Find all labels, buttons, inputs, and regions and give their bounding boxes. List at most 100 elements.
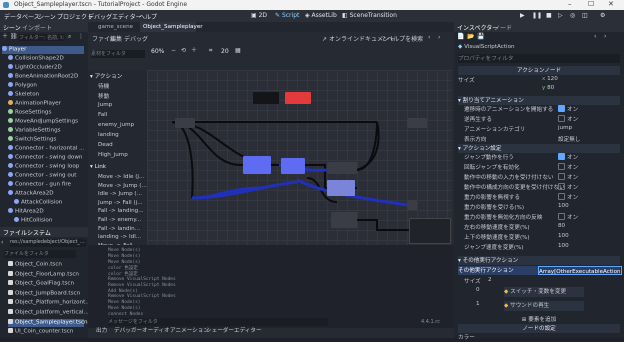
file-item[interactable]: Object_JumpBoard.tscn bbox=[8, 289, 84, 298]
file-item[interactable]: Object_FloorLamp.tscn bbox=[8, 270, 84, 279]
file-item[interactable]: Object_Platform_horizont... bbox=[8, 299, 91, 307]
stop-icon[interactable]: ■ bbox=[546, 12, 552, 20]
movie-icon[interactable]: ◫ bbox=[582, 12, 588, 20]
renderer-icon[interactable]: ⚙ bbox=[600, 12, 605, 20]
tab-shader-editor[interactable]: シェーダーエディター bbox=[206, 326, 262, 334]
section-animation[interactable]: ▾ 割り当てアニメーション bbox=[458, 96, 620, 105]
inspector-row-value[interactable]: オン bbox=[558, 183, 578, 191]
tab-debugger[interactable]: デバッガー bbox=[114, 326, 142, 334]
inspector-row-value[interactable]: オン bbox=[558, 173, 578, 181]
history-forward-icon[interactable]: › bbox=[604, 33, 606, 41]
node-dark-mid[interactable] bbox=[327, 162, 357, 174]
history-back-icon[interactable]: ‹ bbox=[594, 33, 596, 41]
inspector-row-value[interactable]: オン bbox=[558, 153, 578, 161]
inspector-row-value[interactable]: jump bbox=[558, 125, 572, 131]
action-item[interactable]: landing bbox=[98, 132, 119, 138]
section-node-settings[interactable]: ノードの設定 bbox=[458, 324, 620, 333]
link-item[interactable]: Fall -> enemy... bbox=[98, 217, 141, 223]
inspector-row-value[interactable]: オン bbox=[558, 193, 578, 201]
inspector-row-value[interactable]: オン bbox=[558, 115, 578, 123]
other-item-0-value[interactable]: ◆ スイッチ・変数を変更 bbox=[504, 287, 584, 297]
tree-item[interactable]: AttackCollision bbox=[14, 199, 62, 207]
other-size-value[interactable]: 2 bbox=[488, 277, 492, 283]
tab-inspector[interactable]: インスペクター bbox=[457, 23, 498, 32]
link-item[interactable]: landing -> Idl... bbox=[98, 234, 141, 240]
inspector-row-value[interactable]: 100 bbox=[558, 233, 569, 239]
message-filter-input[interactable]: メッセージをフィルタ bbox=[108, 318, 328, 326]
tree-item[interactable]: Connector - swing down bbox=[8, 154, 82, 162]
tab-import[interactable]: インポート bbox=[22, 23, 52, 32]
tree-item[interactable]: AnimationPlayer bbox=[8, 100, 61, 108]
node-dark-top[interactable] bbox=[253, 92, 279, 104]
close-icon[interactable]: ✕ bbox=[608, 0, 614, 8]
tree-item[interactable]: HitCollision bbox=[14, 217, 52, 225]
checkbox-icon[interactable] bbox=[558, 213, 565, 220]
tab-node[interactable]: ノード bbox=[494, 23, 512, 32]
new-resource-icon[interactable]: 📄 bbox=[457, 33, 464, 41]
play-icon[interactable]: ▶ bbox=[520, 12, 525, 20]
node-dark-bottom[interactable] bbox=[331, 212, 357, 228]
property-filter-input[interactable]: プロパティをフィルタ bbox=[458, 54, 620, 63]
other-item-1-value[interactable]: ◆ サウンドの再生 bbox=[504, 301, 584, 311]
maximize-icon[interactable]: ☐ bbox=[588, 0, 594, 8]
node-right-top[interactable] bbox=[407, 118, 427, 128]
menu-debug[interactable]: デバッグ bbox=[88, 12, 112, 21]
checkbox-icon[interactable] bbox=[558, 153, 565, 160]
save-icon[interactable]: 💾 bbox=[477, 33, 484, 41]
mode-2d[interactable]: ▣ 2D bbox=[248, 11, 270, 20]
menu-debug-graph[interactable]: デバッグ bbox=[124, 34, 148, 43]
tree-item[interactable]: Connector - horizontal ... bbox=[8, 145, 84, 153]
checkbox-icon[interactable] bbox=[558, 183, 565, 190]
tree-item[interactable]: Skeleton bbox=[8, 91, 39, 99]
zoom-out-icon[interactable]: − bbox=[171, 47, 176, 55]
size-x[interactable]: x 120 bbox=[542, 76, 558, 82]
next-icon[interactable]: › bbox=[438, 34, 440, 42]
menu-database[interactable]: データベース bbox=[4, 12, 40, 21]
checkbox-icon[interactable] bbox=[558, 115, 565, 122]
material-filter-input[interactable]: 素材をフィルタ bbox=[91, 50, 145, 58]
checkbox-icon[interactable] bbox=[558, 163, 565, 170]
inspector-row-value[interactable]: 100 bbox=[558, 243, 569, 249]
mode-assetlib[interactable]: ◈ AssetLib bbox=[302, 11, 340, 20]
checkbox-icon[interactable] bbox=[558, 193, 565, 200]
mode-script[interactable]: ✎ Script bbox=[272, 11, 302, 20]
node-small-right[interactable] bbox=[407, 200, 417, 210]
link-item[interactable]: Idle -> Jump (... bbox=[98, 191, 142, 197]
link-icon[interactable]: ⛓ bbox=[10, 33, 18, 41]
tree-item[interactable]: RoseSettings bbox=[8, 109, 51, 117]
prev-icon[interactable]: ‹ bbox=[428, 34, 430, 42]
section-other-actions[interactable]: ▾ その他実行アクション bbox=[458, 256, 620, 265]
action-item[interactable]: High_jump bbox=[98, 152, 128, 158]
node-purple[interactable] bbox=[327, 180, 355, 196]
action-item[interactable]: Fall bbox=[98, 112, 107, 118]
tab-object-sampleplayer[interactable]: Object_Sampleplayer bbox=[140, 22, 203, 32]
minimap-icon[interactable]: ▦ bbox=[235, 47, 241, 55]
help-search-button[interactable]: ? ヘルプを検索 bbox=[382, 34, 423, 43]
file-item[interactable]: Object_Sampleplayer.tscn bbox=[8, 318, 88, 327]
tree-item[interactable]: Connector - gun fire bbox=[8, 181, 71, 189]
play-custom-icon[interactable]: ◎ bbox=[570, 12, 575, 20]
link-item[interactable]: Jump -> Fall (j... bbox=[98, 200, 143, 206]
action-item[interactable]: 待機 bbox=[98, 82, 109, 90]
node-red[interactable] bbox=[285, 92, 311, 104]
other-actions-value[interactable]: Array[OtherExecutableAction] (サ... bbox=[538, 266, 622, 275]
search-icon[interactable]: ⌕ bbox=[68, 33, 71, 41]
menu-edit[interactable]: 編集 bbox=[110, 34, 122, 43]
tab-audio[interactable]: オーディオ bbox=[142, 326, 170, 334]
menu-help[interactable]: ヘルプ bbox=[139, 12, 157, 21]
snap-value[interactable]: 20 bbox=[221, 48, 229, 55]
checkbox-icon[interactable] bbox=[558, 173, 565, 180]
pause-icon[interactable]: ❚❚ bbox=[532, 12, 542, 20]
tree-item[interactable]: CollisionShape2D bbox=[8, 55, 64, 63]
tree-item[interactable]: Connector - swing loop bbox=[8, 163, 79, 171]
node-left[interactable] bbox=[175, 118, 195, 128]
visual-script-graph[interactable]: 60% − ⟲ ＋ ⌗ 20 ▦ bbox=[147, 47, 452, 245]
zoom-reset-icon[interactable]: ⟲ bbox=[181, 47, 186, 55]
tab-output[interactable]: 出力 bbox=[96, 326, 107, 334]
menu-icon[interactable]: ⋮ bbox=[78, 33, 84, 41]
tree-item[interactable]: BoneAnimationRoot2D bbox=[8, 73, 78, 81]
tree-item[interactable]: Connector - swing out bbox=[8, 172, 77, 180]
tree-item[interactable]: AttackArea2D bbox=[8, 190, 54, 198]
minimize-icon[interactable]: – bbox=[568, 0, 572, 8]
tree-item[interactable]: LightOccluder2D bbox=[8, 64, 62, 72]
